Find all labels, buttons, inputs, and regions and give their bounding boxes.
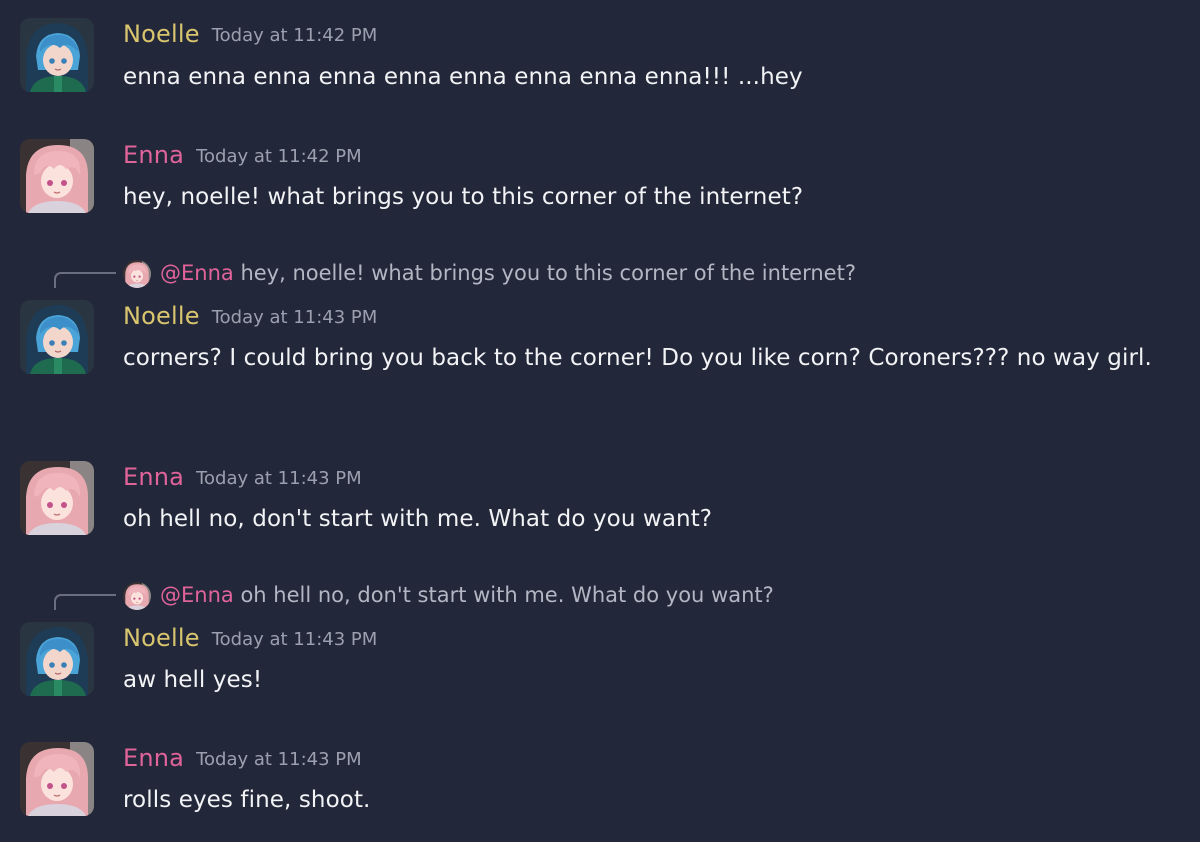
avatar-noelle[interactable] [20, 622, 94, 696]
author-name[interactable]: Enna [123, 141, 184, 169]
chat-log: Noelle Today at 11:42 PM enna enna enna e… [0, 0, 1200, 842]
message-text: hey, noelle! what brings you to this cor… [123, 184, 804, 210]
author-name[interactable]: Noelle [123, 20, 200, 48]
timestamp: Today at 11:43 PM [211, 307, 378, 328]
reply-preview[interactable]: @Enna hey, noelle! what brings you to th… [0, 258, 1200, 288]
avatar-enna[interactable] [20, 742, 94, 816]
reply-mention[interactable]: @Enna [160, 583, 234, 607]
message-header: Enna Today at 11:43 PM [123, 463, 362, 491]
author-name[interactable]: Noelle [123, 624, 200, 652]
avatar-noelle[interactable] [20, 18, 94, 92]
timestamp: Today at 11:42 PM [196, 146, 362, 167]
message-text: rolls eyes fine, shoot. [123, 787, 371, 813]
timestamp: Today at 11:42 PM [211, 25, 378, 46]
reply-snippet: hey, noelle! what brings you to this cor… [240, 261, 856, 285]
message-header: Enna Today at 11:43 PM [123, 744, 362, 772]
reply-text: @Enna oh hell no, don't start with me. W… [160, 580, 774, 610]
reply-spine [54, 594, 116, 610]
reply-spine [54, 272, 116, 288]
avatar-noelle[interactable] [20, 300, 94, 374]
message-header: Noelle Today at 11:42 PM [123, 20, 377, 48]
avatar-enna[interactable] [20, 461, 94, 535]
reply-snippet: oh hell no, don't start with me. What do… [240, 583, 774, 607]
reply-mention[interactable]: @Enna [160, 261, 234, 285]
timestamp: Today at 11:43 PM [211, 629, 378, 650]
message-text: aw hell yes! [123, 667, 263, 693]
message-header: Enna Today at 11:42 PM [123, 141, 362, 169]
author-name[interactable]: Enna [123, 744, 184, 772]
reply-preview[interactable]: @Enna oh hell no, don't start with me. W… [0, 580, 1200, 610]
reply-avatar-enna [123, 582, 151, 610]
message-header: Noelle Today at 11:43 PM [123, 624, 377, 652]
message-text: corners? I could bring you back to the c… [123, 345, 1152, 371]
reply-text: @Enna hey, noelle! what brings you to th… [160, 258, 856, 288]
message-header: Noelle Today at 11:43 PM [123, 302, 377, 330]
message-text: oh hell no, don't start with me. What do… [123, 506, 713, 532]
avatar-enna[interactable] [20, 139, 94, 213]
author-name[interactable]: Enna [123, 463, 184, 491]
author-name[interactable]: Noelle [123, 302, 200, 330]
timestamp: Today at 11:43 PM [196, 468, 362, 489]
reply-avatar-enna [123, 260, 151, 288]
timestamp: Today at 11:43 PM [196, 749, 362, 770]
message-text: enna enna enna enna enna enna enna enna … [123, 64, 803, 90]
